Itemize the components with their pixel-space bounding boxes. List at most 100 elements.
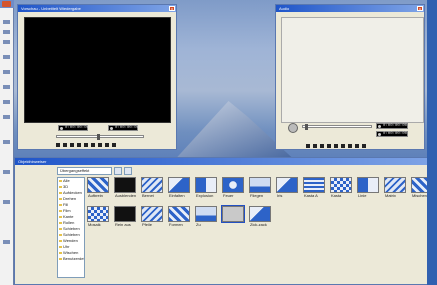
effect-tile[interactable]: Matrix: [384, 177, 406, 201]
prev-frame-icon[interactable]: [341, 144, 345, 148]
audio-titlebar: Audio x: [276, 5, 424, 12]
list-item[interactable]: [3, 55, 10, 59]
effect-thumbnail: [141, 177, 163, 193]
effect-tile[interactable]: Kasta A: [303, 177, 325, 201]
audio-position-slider[interactable]: [302, 124, 372, 130]
tree-item[interactable]: Benutzerdef: [58, 256, 84, 262]
effect-tile-selected[interactable]: [221, 205, 245, 230]
effect-label: Matrix: [385, 193, 396, 198]
list-item[interactable]: [3, 100, 10, 104]
timecode-dot-icon: [378, 133, 381, 136]
view-list-icon[interactable]: [114, 167, 122, 175]
slider-knob[interactable]: [305, 124, 308, 130]
desktop: Vorschau - Unbetitelt Wiedergabe x 0:00:…: [0, 0, 437, 285]
effect-tile[interactable]: Feuer: [222, 177, 244, 201]
list-item[interactable]: [3, 170, 10, 174]
next-frame-icon[interactable]: [98, 143, 102, 147]
mark-out-icon[interactable]: [112, 143, 116, 147]
audio-controls: [306, 143, 366, 149]
effect-thumbnail: [222, 177, 244, 193]
effect-label: Mosaik: [88, 222, 101, 227]
rewind-icon[interactable]: [77, 143, 81, 147]
prev-frame-icon[interactable]: [91, 143, 95, 147]
timecode-dot-icon: [110, 127, 113, 130]
list-item[interactable]: [3, 115, 10, 119]
effect-tile[interactable]: Formen: [168, 206, 190, 230]
mark-out-icon[interactable]: [362, 144, 366, 148]
effect-tile[interactable]: Zu: [195, 206, 217, 230]
close-icon[interactable]: x: [417, 6, 423, 11]
effect-tile[interactable]: Rein aus: [114, 206, 136, 230]
effect-thumbnail: [114, 206, 136, 222]
effect-label: Aufbrein: [88, 193, 103, 198]
effect-tile[interactable]: Iris: [276, 177, 298, 201]
audio-display: [281, 17, 424, 123]
timecode-dot-icon: [60, 127, 63, 130]
effect-thumbnail: [303, 177, 325, 193]
timecode-dot-icon: [378, 125, 381, 128]
list-item[interactable]: [3, 240, 10, 244]
category-tree: Alle 3D Aufdecken Drehen Fill Film Kante…: [57, 177, 85, 278]
video-display: [24, 17, 171, 123]
preview-title: Vorschau - Unbetitelt Wiedergabe: [21, 6, 81, 11]
preview-controls: [56, 142, 116, 148]
effect-label: Pfeile: [142, 222, 153, 227]
list-item[interactable]: [3, 70, 10, 74]
eject-icon[interactable]: [320, 144, 324, 148]
effect-thumbnail: [114, 177, 136, 193]
effect-tile[interactable]: Kasta: [330, 177, 352, 201]
effect-tile[interactable]: Pfeile: [141, 206, 163, 230]
slider-knob[interactable]: [97, 134, 100, 140]
effect-tile[interactable]: Aufbrein: [87, 177, 109, 201]
effect-label: Formen: [169, 222, 183, 227]
rewind-icon[interactable]: [327, 144, 331, 148]
view-grid-icon[interactable]: [124, 167, 132, 175]
effect-tile[interactable]: Bernet: [141, 177, 163, 201]
timecode-end-text: 0:00:00:00: [115, 126, 140, 130]
list-item[interactable]: [3, 140, 10, 144]
effect-tile[interactable]: Einfalten: [168, 177, 190, 201]
category-select[interactable]: Übergangseffekt: [57, 167, 112, 175]
effect-label: Kasta A: [304, 193, 318, 198]
eject-icon[interactable]: [70, 143, 74, 147]
fast-forward-icon[interactable]: [334, 144, 338, 148]
next-frame-icon[interactable]: [348, 144, 352, 148]
effect-label: Zu: [196, 222, 201, 227]
list-item[interactable]: [3, 200, 10, 204]
effect-tile[interactable]: Linie: [357, 177, 379, 201]
close-icon[interactable]: x: [169, 6, 175, 11]
desktop-right-edge: [427, 0, 437, 285]
mark-in-icon[interactable]: [355, 144, 359, 148]
left-window-edge: [0, 0, 14, 285]
list-item[interactable]: [3, 20, 10, 24]
effects-window: Objekthinweiser x Übergangseffekt Alle 3…: [14, 157, 437, 285]
fast-forward-icon[interactable]: [84, 143, 88, 147]
list-item[interactable]: [3, 85, 10, 89]
effect-tile[interactable]: Fliegen: [249, 177, 271, 201]
mark-in-icon[interactable]: [105, 143, 109, 147]
effect-thumbnail: [384, 177, 406, 193]
timecode-start: 0:00:00:00: [58, 125, 89, 131]
list-item[interactable]: [3, 40, 10, 44]
list-item[interactable]: [3, 30, 10, 34]
preview-position-slider[interactable]: [56, 134, 144, 140]
effect-label: Einfalten: [169, 193, 185, 198]
effect-thumbnail: [357, 177, 379, 193]
effect-thumbnail: [249, 206, 271, 222]
stop-icon[interactable]: [63, 143, 67, 147]
play-icon[interactable]: [56, 143, 60, 147]
left-window-close-icon[interactable]: [2, 1, 11, 7]
effect-thumbnail: [87, 177, 109, 193]
effect-thumbnail: [168, 177, 190, 193]
effect-tile[interactable]: Mosaik: [87, 206, 109, 230]
audio-timecode-bottom: 0:00:00:00: [376, 131, 408, 137]
effects-titlebar: Objekthinweiser x: [15, 158, 436, 165]
effect-tile[interactable]: Zick-zack: [249, 206, 271, 230]
audio-window: Audio x 0:00:00:00 0:00:00:00: [275, 4, 425, 150]
effect-label: Zick-zack: [250, 222, 267, 227]
effect-tile[interactable]: Ausblenden: [114, 177, 136, 201]
effect-thumbnail: [87, 206, 109, 222]
effect-tile[interactable]: Explosion: [195, 177, 217, 201]
play-icon[interactable]: [306, 144, 310, 148]
stop-icon[interactable]: [313, 144, 317, 148]
